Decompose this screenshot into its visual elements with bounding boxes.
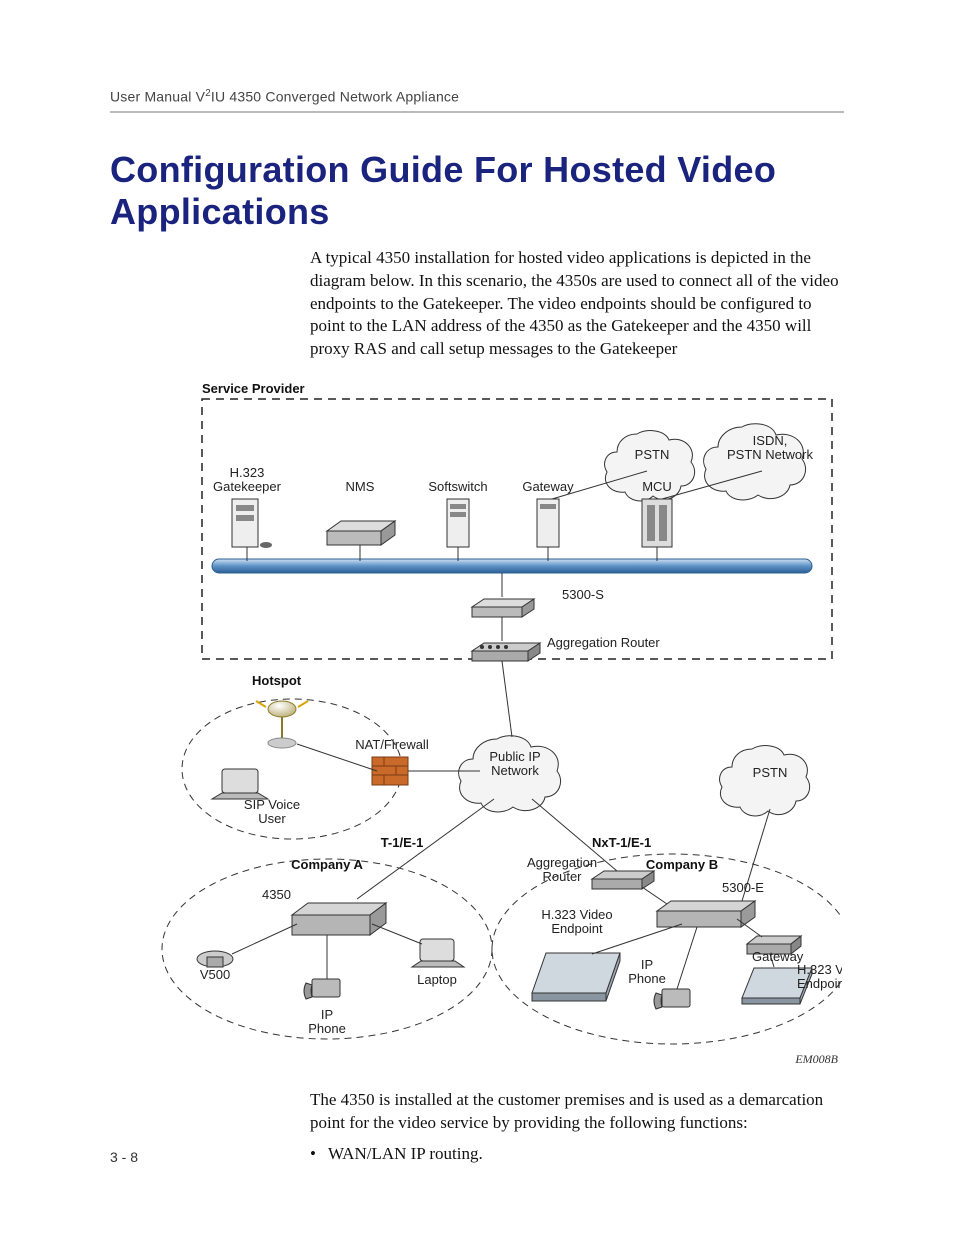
gateway-top-icon (537, 499, 559, 547)
svg-text:Softswitch: Softswitch (428, 479, 487, 494)
svg-text:NxT-1/E-1: NxT-1/E-1 (592, 835, 651, 850)
section-title: Configuration Guide For Hosted Video App… (110, 149, 844, 233)
svg-text:NMS: NMS (346, 479, 375, 494)
svg-text:H.323Gatekeeper: H.323Gatekeeper (213, 465, 282, 494)
after-diagram-paragraph: The 4350 is installed at the customer pr… (310, 1089, 844, 1166)
svg-text:Hotspot: Hotspot (252, 673, 302, 688)
svg-text:Public IPNetwork: Public IPNetwork (489, 749, 540, 778)
bullet-1-text: WAN/LAN IP routing. (328, 1144, 483, 1163)
ip-phone-a-icon (304, 979, 340, 999)
svg-text:SIP VoiceUser: SIP VoiceUser (244, 797, 300, 826)
after-diagram-text: The 4350 is installed at the customer pr… (310, 1089, 844, 1135)
bullet-1: •WAN/LAN IP routing. (310, 1143, 844, 1166)
device-4350-icon (292, 903, 386, 935)
figure-reference: EM008B (795, 1052, 838, 1067)
svg-text:5300-S: 5300-S (562, 587, 604, 602)
firewall-icon (372, 757, 408, 785)
svg-text:H.323 VideoEndpoint: H.323 VideoEndpoint (541, 907, 612, 936)
header-prefix: User Manual V (110, 89, 205, 105)
svg-text:V500: V500 (200, 967, 230, 982)
svg-text:Gateway: Gateway (522, 479, 574, 494)
svg-text:NAT/Firewall: NAT/Firewall (355, 737, 429, 752)
svg-text:H.323 VideoEndpoint: H.323 VideoEndpoint (797, 962, 842, 991)
v500-icon (197, 951, 233, 967)
svg-text:Aggregation Router: Aggregation Router (547, 635, 660, 650)
svg-text:Company A: Company A (291, 857, 363, 872)
svg-text:Company B: Company B (646, 857, 718, 872)
network-diagram: Service Provider H.323Gatekeeper NMS Sof… (102, 379, 842, 1069)
gatekeeper-icon (232, 499, 272, 548)
mcu-icon (642, 499, 672, 547)
svg-text:MCU: MCU (642, 479, 672, 494)
svg-text:IPPhone: IPPhone (308, 1007, 346, 1036)
softswitch-icon (447, 499, 469, 547)
h323-endpoint-left-icon (532, 953, 620, 1001)
hotspot-dish-icon (256, 701, 308, 748)
cloud-pstn-right-icon (720, 746, 810, 816)
agg-router-bottom-icon (592, 871, 654, 889)
svg-text:Service Provider: Service Provider (202, 381, 305, 396)
nms-icon (327, 521, 395, 545)
running-header: User Manual V2IU 4350 Converged Network … (110, 88, 844, 105)
ip-phone-b-icon (654, 989, 690, 1009)
intro-text: A typical 4350 installation for hosted v… (310, 247, 844, 362)
agg-router-top-icon (472, 643, 540, 661)
svg-text:AggregationRouter: AggregationRouter (527, 855, 597, 884)
header-rule (110, 111, 844, 113)
svg-text:4350: 4350 (262, 887, 291, 902)
svg-text:5300-E: 5300-E (722, 880, 764, 895)
sip-laptop-icon (212, 769, 268, 799)
svg-text:IPPhone: IPPhone (628, 957, 666, 986)
page-number: 3 - 8 (110, 1149, 138, 1165)
intro-paragraph: A typical 4350 installation for hosted v… (310, 247, 844, 362)
header-suffix: IU 4350 Converged Network Appliance (211, 89, 459, 105)
device-5300e-icon (657, 901, 755, 927)
svg-text:PSTN: PSTN (635, 447, 670, 462)
page: User Manual V2IU 4350 Converged Network … (0, 0, 954, 1235)
svg-text:T-1/E-1: T-1/E-1 (381, 835, 424, 850)
svg-text:PSTN: PSTN (753, 765, 788, 780)
device-5300s-icon (472, 599, 534, 617)
svg-text:Laptop: Laptop (417, 972, 457, 987)
